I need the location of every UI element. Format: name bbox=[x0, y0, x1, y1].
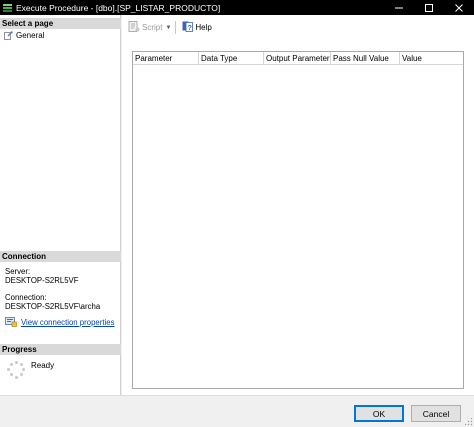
app-icon bbox=[3, 3, 12, 12]
connection-properties-icon bbox=[5, 317, 17, 327]
wrench-page-icon bbox=[4, 30, 13, 40]
grid-header-row: Parameter Data Type Output Parameter Pas… bbox=[133, 52, 463, 65]
connection-header: Connection bbox=[0, 251, 121, 262]
help-icon: ? bbox=[182, 21, 194, 34]
server-label: Server: bbox=[5, 267, 31, 276]
view-connection-properties-label: View connection properties bbox=[21, 317, 115, 327]
window-title-bar: Execute Procedure - [dbo].[SP_LISTAR_PRO… bbox=[0, 0, 474, 15]
help-button[interactable]: ? Help bbox=[180, 21, 213, 35]
column-header-parameter[interactable]: Parameter bbox=[133, 52, 199, 64]
main-panel: Script ▼ ? Help Parameter Data Type Outp… bbox=[122, 15, 474, 395]
left-panel: Select a page General Connection Server:… bbox=[0, 15, 121, 395]
server-value: DESKTOP-S2RL5VF bbox=[5, 276, 79, 285]
script-dropdown-icon[interactable]: ▼ bbox=[165, 25, 171, 31]
progress-header: Progress bbox=[0, 344, 121, 355]
close-icon bbox=[455, 3, 463, 12]
window-title: Execute Procedure - [dbo].[SP_LISTAR_PRO… bbox=[16, 2, 221, 13]
page-item-label: General bbox=[16, 30, 45, 40]
maximize-button[interactable] bbox=[414, 0, 444, 15]
minimize-icon bbox=[395, 7, 403, 8]
view-connection-properties-link[interactable]: View connection properties bbox=[5, 317, 114, 327]
connection-label: Connection: bbox=[5, 293, 47, 302]
script-button[interactable]: Script bbox=[126, 21, 164, 35]
progress-spinner-icon bbox=[7, 361, 25, 379]
script-label: Script bbox=[142, 23, 163, 32]
close-button[interactable] bbox=[444, 0, 474, 15]
minimize-button[interactable] bbox=[384, 0, 414, 15]
column-header-output-parameter[interactable]: Output Parameter bbox=[264, 52, 331, 64]
progress-area: Ready bbox=[7, 361, 54, 379]
column-header-pass-null-value[interactable]: Pass Null Value bbox=[331, 52, 400, 64]
column-header-value[interactable]: Value bbox=[400, 52, 463, 64]
maximize-icon bbox=[425, 3, 433, 12]
resize-grip-icon[interactable] bbox=[465, 418, 473, 426]
cancel-button[interactable]: Cancel bbox=[411, 405, 461, 422]
help-label: Help bbox=[195, 23, 212, 32]
ok-button[interactable]: OK bbox=[354, 405, 404, 422]
page-item-general[interactable]: General bbox=[4, 30, 44, 40]
column-header-data-type[interactable]: Data Type bbox=[199, 52, 264, 64]
toolbar-separator bbox=[175, 21, 177, 34]
dialog-button-bar: OK Cancel bbox=[0, 395, 474, 427]
progress-status: Ready bbox=[31, 361, 55, 370]
svg-text:?: ? bbox=[188, 25, 192, 32]
script-icon bbox=[128, 21, 140, 34]
parameters-grid[interactable]: Parameter Data Type Output Parameter Pas… bbox=[132, 51, 464, 389]
window-controls bbox=[384, 0, 474, 15]
toolbar: Script ▼ ? Help bbox=[122, 15, 474, 40]
connection-value: DESKTOP-S2RL5VF\archa bbox=[5, 302, 101, 311]
select-page-header: Select a page bbox=[0, 18, 121, 29]
